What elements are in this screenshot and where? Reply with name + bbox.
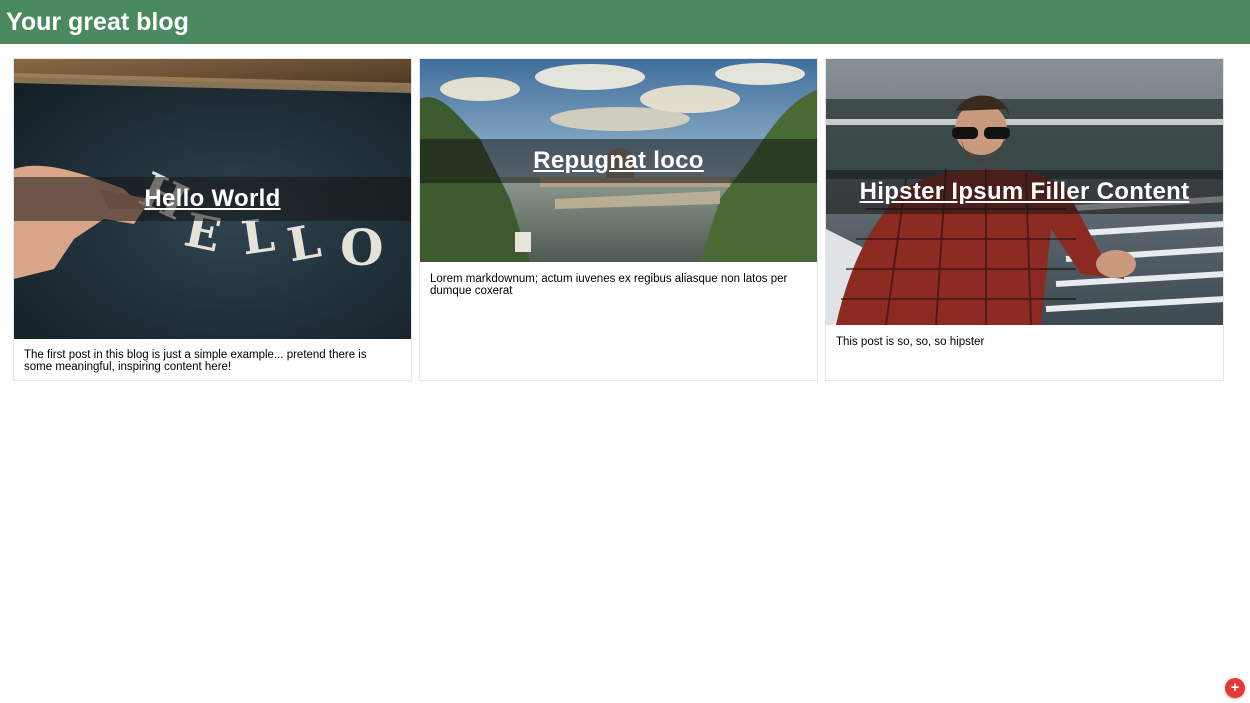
post-title-link[interactable]: Hipster Ipsum Filler Content	[860, 178, 1190, 206]
title-band: Hello World	[14, 177, 411, 221]
site-header: Your great blog	[0, 0, 1250, 44]
post-image-river-city: Repugnat loco	[420, 59, 817, 262]
post-title-link[interactable]: Hello World	[144, 185, 280, 213]
post-excerpt: The first post in this blog is just a si…	[24, 349, 367, 373]
svg-text:O: O	[340, 218, 384, 277]
title-band: Hipster Ipsum Filler Content	[826, 170, 1223, 214]
post-image-hipster-man: Hipster Ipsum Filler Content	[826, 59, 1223, 325]
post-title-link[interactable]: Repugnat loco	[533, 147, 704, 175]
site-title: Your great blog	[6, 8, 189, 36]
title-band: Repugnat loco	[420, 139, 817, 183]
post-card-hello-world: H E L L O Hello World The first post in …	[13, 58, 412, 381]
post-card-repugnat-loco: Repugnat loco Lorem markdownum; actum iu…	[419, 58, 818, 381]
post-excerpt: Lorem markdownum; actum iuvenes ex regib…	[430, 273, 788, 297]
add-post-button[interactable]: +	[1225, 678, 1245, 698]
post-image-chalkboard: H E L L O Hello World	[14, 59, 411, 339]
post-excerpt: This post is so, so, so hipster	[836, 336, 985, 348]
post-card-hipster-ipsum: Hipster Ipsum Filler Content This post i…	[825, 58, 1224, 381]
